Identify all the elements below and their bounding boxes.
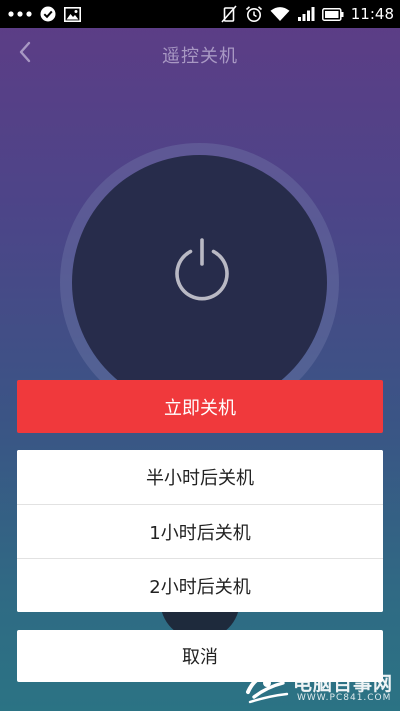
signal-icon — [297, 6, 315, 22]
wifi-icon — [270, 6, 290, 22]
option-one-hour[interactable]: 1小时后关机 — [17, 505, 383, 558]
option-half-hour[interactable]: 半小时后关机 — [17, 450, 383, 503]
app-header: 遥控关机 — [0, 28, 400, 80]
page-title: 遥控关机 — [162, 46, 238, 67]
cancel-button[interactable]: 取消 — [17, 630, 383, 682]
option-two-hours[interactable]: 2小时后关机 — [17, 559, 383, 612]
more-dots-icon — [8, 10, 32, 18]
remote-shutdown-screen: 11:48 遥控关机 立即关机 半小时后关机 1小时后关机 2小时后关机 取消 — [0, 0, 400, 711]
watermark-url: WWW.PC841.COM — [297, 693, 392, 703]
status-time: 11:48 — [350, 5, 394, 23]
alarm-icon — [245, 5, 263, 23]
power-icon — [170, 237, 234, 301]
check-circle-icon — [40, 6, 56, 22]
image-icon — [64, 6, 81, 22]
status-bar: 11:48 — [0, 0, 400, 28]
vibrate-off-icon — [220, 5, 238, 23]
shutdown-now-button[interactable]: 立即关机 — [17, 380, 383, 433]
delay-options-list: 半小时后关机 1小时后关机 2小时后关机 — [17, 450, 383, 612]
power-button[interactable] — [72, 155, 327, 410]
battery-icon — [321, 7, 344, 21]
